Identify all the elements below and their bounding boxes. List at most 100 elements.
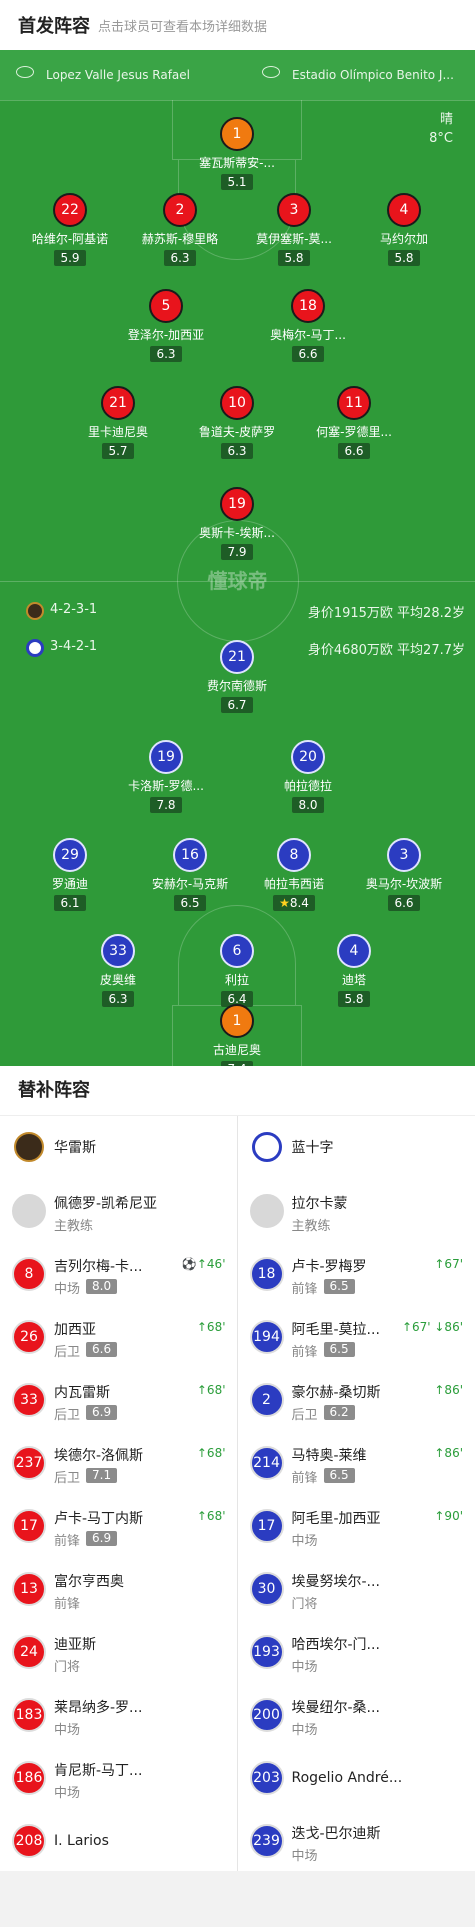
player-rating-value: 6.5 [180, 896, 200, 910]
substitute-row[interactable]: 203 Rogelio André... [238, 1745, 475, 1808]
away-formation: 3-4-2-1 [50, 639, 98, 654]
substitute-number: 237 [12, 1446, 46, 1480]
away-team-badge-icon [26, 639, 44, 657]
player-number: 8 [277, 838, 311, 872]
player-marker[interactable]: 10 鲁道夫-皮萨罗 6.3 [182, 386, 292, 459]
player-rating-value: 6.3 [227, 444, 247, 458]
home-team-row[interactable]: 华雷斯 [0, 1116, 238, 1178]
player-marker[interactable]: 33 皮奥维 6.3 [63, 934, 173, 1007]
player-name: 何塞-罗德里... [316, 425, 392, 439]
substitute-number: 24 [12, 1635, 46, 1669]
player-number: 3 [387, 838, 421, 872]
player-marker[interactable]: 21 里卡迪尼奥 5.7 [63, 386, 173, 459]
player-rating: 6.3 [102, 991, 134, 1007]
player-rating: 6.3 [221, 443, 253, 459]
substitute-row[interactable]: 24 迪亚斯 门将 [0, 1619, 238, 1682]
substitute-position: 中场 [291, 1849, 318, 1864]
substitute-number: 18 [249, 1257, 284, 1291]
player-marker[interactable]: 4 迪塔 5.8 [299, 934, 409, 1007]
player-rating-value: 6.7 [227, 698, 247, 712]
substitute-row[interactable]: 200 埃曼纽尔-桑... 中场 [238, 1682, 475, 1745]
substitution-marker: ↑68' [196, 1320, 226, 1334]
away-coach-row[interactable]: 拉尔卡蒙 主教练 [238, 1178, 475, 1241]
substitute-number: 214 [249, 1446, 284, 1480]
substitute-position: 中场 [54, 1786, 81, 1801]
substitute-row[interactable]: 17 卢卡-马丁内斯 前锋 6.9 ↑68' [0, 1493, 238, 1556]
substitute-row[interactable]: 214 马特奥-莱维 前锋 6.5 ↑86' [238, 1430, 475, 1493]
player-rating-value: 6.6 [394, 896, 414, 910]
player-marker[interactable]: 19 奥斯卡-埃斯... 7.9 [182, 487, 292, 560]
substitute-position: 后卫 [54, 1471, 81, 1486]
player-marker[interactable]: 3 莫伊塞斯-莫... 5.8 [239, 193, 349, 266]
substitute-row[interactable]: 8 吉列尔梅-卡... 中场 8.0 ⚽↑46' [0, 1241, 238, 1304]
player-number: 20 [291, 740, 325, 774]
substitute-name: 埃德尔-洛佩斯 [54, 1448, 144, 1464]
substitute-row[interactable]: 17 阿毛里-加西亚 中场 ↑90' [238, 1493, 475, 1556]
player-number: 4 [337, 934, 371, 968]
player-name: 赫苏斯-穆里略 [141, 232, 219, 246]
player-marker[interactable]: 8 帕拉韦西诺 ★8.4 [239, 838, 349, 911]
bottom-spacer [0, 1871, 475, 1925]
substitution-marker: ↑90' [434, 1509, 463, 1523]
substitute-row[interactable]: 193 哈西埃尔-门... 中场 [238, 1619, 475, 1682]
substitute-row[interactable]: 237 埃德尔-洛佩斯 后卫 7.1 ↑68' [0, 1430, 238, 1493]
substitute-row[interactable]: 186 肯尼斯-马丁... 中场 [0, 1745, 238, 1808]
player-number: 11 [337, 386, 371, 420]
substitute-position: 后卫 [54, 1408, 81, 1423]
player-name: 马约尔加 [379, 232, 428, 246]
player-marker[interactable]: 19 卡洛斯-罗德... 7.8 [111, 740, 221, 813]
player-rating: 7.4 [221, 1061, 253, 1066]
player-rating-value: 6.3 [156, 347, 176, 361]
substitute-name: 卢卡-罗梅罗 [291, 1259, 367, 1275]
player-rating-value: 5.8 [394, 251, 414, 265]
player-marker[interactable]: 11 何塞-罗德里... 6.6 [299, 386, 409, 459]
substitute-number: 208 [12, 1824, 46, 1858]
weather-temperature: 8°C [429, 131, 453, 146]
substitution-marker: ↑86' [434, 1446, 463, 1460]
player-marker[interactable]: 1 塞瓦斯蒂安-... 5.1 [182, 117, 292, 190]
substitute-row[interactable]: 2 豪尔赫-桑切斯 后卫 6.2 ↑86' [238, 1367, 475, 1430]
player-marker[interactable]: 16 安赫尔-马克斯 6.5 [135, 838, 245, 911]
player-name: 安赫尔-马克斯 [151, 877, 229, 891]
player-marker[interactable]: 3 奥马尔-坎波斯 6.6 [349, 838, 459, 911]
home-coach-name: 佩德罗-凯希尼亚 [54, 1196, 158, 1212]
player-marker[interactable]: 2 赫苏斯-穆里略 6.3 [125, 193, 235, 266]
coach-avatar-icon [12, 1194, 46, 1228]
coach-avatar-icon [249, 1194, 284, 1228]
substitution-marker: ↑67' [434, 1257, 463, 1271]
player-name: 哈维尔-阿基诺 [31, 232, 109, 246]
substitute-row[interactable]: 208 I. Larios [0, 1808, 238, 1871]
player-marker[interactable]: 4 马约尔加 5.8 [349, 193, 459, 266]
player-marker[interactable]: 5 登泽尔-加西亚 6.3 [111, 289, 221, 362]
player-marker[interactable]: 18 奥梅尔-马丁... 6.6 [253, 289, 363, 362]
home-coach-label: 主教练 [54, 1219, 94, 1234]
substitute-position: 前锋 [54, 1597, 81, 1612]
player-rating: 6.6 [388, 895, 420, 911]
player-number: 18 [291, 289, 325, 323]
substitute-row[interactable]: 194 阿毛里-莫拉... 前锋 6.5 ↑67' ↓86' [238, 1304, 475, 1367]
substitute-row[interactable]: 13 富尔亨西奥 前锋 [0, 1556, 238, 1619]
substitute-row[interactable]: 239 迭戈-巴尔迪斯 中场 [238, 1808, 475, 1871]
player-rating: 7.8 [150, 797, 182, 813]
substitute-rating: 6.5 [323, 1468, 355, 1483]
substitute-row[interactable]: 183 莱昂纳多-罗... 中场 [0, 1682, 238, 1745]
substitute-name: 肯尼斯-马丁... [54, 1763, 143, 1779]
player-marker[interactable]: 21 费尔南德斯 6.7 [182, 640, 292, 713]
substitute-number: 17 [249, 1509, 284, 1543]
player-rating: 6.1 [54, 895, 86, 911]
away-team-row[interactable]: 蓝十字 [238, 1116, 475, 1178]
substitute-row[interactable]: 30 埃曼努埃尔-... 门将 [238, 1556, 475, 1619]
home-coach-row[interactable]: 佩德罗-凯希尼亚 主教练 [0, 1178, 238, 1241]
substitute-row[interactable]: 18 卢卡-罗梅罗 前锋 6.5 ↑67' [238, 1241, 475, 1304]
player-marker[interactable]: 1 古迪尼奥 7.4 [182, 1004, 292, 1066]
player-marker[interactable]: 6 利拉 6.4 [182, 934, 292, 1007]
player-rating-value: 6.1 [60, 896, 80, 910]
substitution-marker: ↑68' [196, 1383, 226, 1397]
substitute-position: 中场 [54, 1723, 81, 1738]
substitute-row[interactable]: 26 加西亚 后卫 6.6 ↑68' [0, 1304, 238, 1367]
player-marker[interactable]: 20 帕拉德拉 8.0 [253, 740, 363, 813]
substitute-row[interactable]: 33 内瓦雷斯 后卫 6.9 ↑68' [0, 1367, 238, 1430]
player-number: 10 [220, 386, 254, 420]
player-marker[interactable]: 29 罗通迪 6.1 [15, 838, 125, 911]
player-marker[interactable]: 22 哈维尔-阿基诺 5.9 [15, 193, 125, 266]
